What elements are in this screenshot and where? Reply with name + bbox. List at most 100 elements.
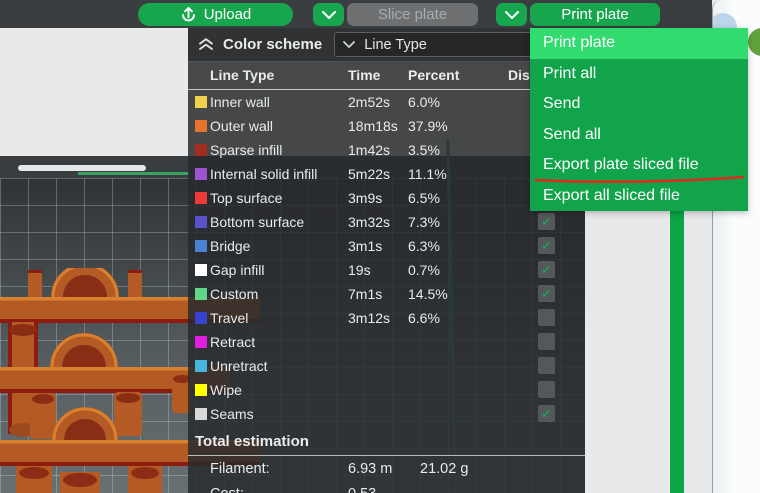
display-checkbox[interactable] bbox=[538, 333, 555, 350]
line-type-time: 3m1s bbox=[348, 238, 383, 254]
line-type-percent: 6.0% bbox=[408, 94, 440, 110]
legend-row-gap-infill: Gap infill 19s 0.7% ✓ bbox=[188, 258, 585, 282]
print-plate-label: Print plate bbox=[561, 6, 629, 23]
line-type-time: 5m22s bbox=[348, 166, 391, 182]
slice-options-chevron-button[interactable] bbox=[313, 3, 344, 26]
legend-table-header: Line Type Time Percent Display bbox=[188, 62, 585, 90]
line-type-label: Bridge bbox=[210, 238, 251, 254]
slice-plate-label: Slice plate bbox=[377, 6, 448, 23]
menu-item-label: Export all sliced file bbox=[543, 186, 680, 204]
display-checkbox[interactable] bbox=[538, 381, 555, 398]
legend-row-bridge: Bridge 3m1s 6.3% ✓ bbox=[188, 234, 585, 258]
menu-item-label: Print all bbox=[543, 64, 597, 82]
legend-row-bottom-surface: Bottom surface 3m32s 7.3% ✓ bbox=[188, 210, 585, 234]
legend-row-top-surface: Top surface 3m9s 6.5% ✓ bbox=[188, 186, 585, 210]
line-type-label: Internal solid infill bbox=[210, 166, 318, 182]
line-type-label: Bottom surface bbox=[210, 214, 305, 230]
legend-row-internal-solid-infill: Internal solid infill 5m22s 11.1% ✓ bbox=[188, 162, 585, 186]
chevron-down-icon bbox=[504, 10, 519, 19]
top-toolbar: Upload Slice plate Print plate bbox=[0, 0, 712, 28]
sidebar-green-circle-button[interactable] bbox=[748, 28, 760, 56]
line-type-color-swatch bbox=[195, 240, 207, 252]
menu-item-send-all[interactable]: Send all bbox=[530, 120, 748, 151]
line-type-label: Top surface bbox=[210, 190, 283, 206]
line-type-label: Inner wall bbox=[210, 94, 270, 110]
menu-item-label: Print plate bbox=[543, 34, 616, 52]
line-type-label: Wipe bbox=[210, 382, 242, 398]
menu-item-send[interactable]: Send bbox=[530, 89, 748, 120]
display-checkbox[interactable]: ✓ bbox=[538, 285, 555, 302]
line-type-percent: 11.1% bbox=[408, 166, 447, 182]
line-type-percent: 0.7% bbox=[408, 262, 440, 278]
display-checkbox[interactable] bbox=[538, 309, 555, 326]
menu-item-label: Send bbox=[543, 95, 581, 113]
line-type-percent: 37.9% bbox=[408, 118, 448, 134]
menu-item-export-plate-sliced-file[interactable]: Export plate sliced file bbox=[530, 150, 748, 181]
display-checkbox[interactable]: ✓ bbox=[538, 261, 555, 278]
filament-label: Filament: bbox=[210, 461, 270, 477]
preview-legend-panel: Color scheme Line Type Line Type Time Pe… bbox=[188, 28, 585, 493]
legend-table-rows: Inner wall 2m52s 6.0% ✓ Outer wall 18m18… bbox=[188, 90, 585, 426]
line-type-color-swatch bbox=[195, 336, 207, 348]
line-type-color-swatch bbox=[195, 408, 207, 420]
line-type-percent: 14.5% bbox=[408, 286, 448, 302]
line-type-label: Custom bbox=[210, 286, 259, 302]
upload-icon bbox=[181, 6, 195, 22]
total-estimation-title: Total estimation bbox=[195, 433, 309, 450]
view-mode-value: Line Type bbox=[364, 36, 427, 53]
col-percent: Percent bbox=[408, 67, 460, 83]
line-type-label: Travel bbox=[210, 310, 249, 326]
display-checkbox[interactable]: ✓ bbox=[538, 213, 555, 230]
legend-row-unretract: Unretract bbox=[188, 354, 585, 378]
line-type-color-swatch bbox=[195, 360, 207, 372]
menu-item-print-all[interactable]: Print all bbox=[530, 59, 748, 90]
line-type-time: 7m1s bbox=[348, 286, 383, 302]
filament-weight: 21.02 g bbox=[420, 461, 469, 477]
line-type-label: Gap infill bbox=[210, 262, 265, 278]
line-type-color-swatch bbox=[195, 120, 207, 132]
line-type-label: Unretract bbox=[210, 358, 268, 374]
collapse-panel-icon[interactable] bbox=[198, 38, 214, 51]
legend-row-sparse-infill: Sparse infill 1m42s 3.5% ✓ bbox=[188, 138, 585, 162]
line-type-color-swatch bbox=[195, 168, 207, 180]
line-type-color-swatch bbox=[195, 264, 207, 276]
build-plate-handle-slot bbox=[18, 165, 146, 171]
legend-row-custom: Custom 7m1s 14.5% ✓ bbox=[188, 282, 585, 306]
line-type-percent: 6.5% bbox=[408, 190, 440, 206]
menu-item-print-plate[interactable]: Print plate bbox=[530, 28, 748, 59]
print-plate-button[interactable]: Print plate bbox=[530, 3, 660, 26]
line-type-time: 3m9s bbox=[348, 190, 383, 206]
legend-panel-header: Color scheme Line Type bbox=[188, 28, 585, 62]
display-checkbox[interactable]: ✓ bbox=[538, 237, 555, 254]
legend-row-wipe: Wipe bbox=[188, 378, 585, 402]
menu-item-label: Send all bbox=[543, 125, 601, 143]
col-line-type: Line Type bbox=[210, 67, 275, 83]
slice-plate-button[interactable]: Slice plate bbox=[347, 3, 478, 26]
slicer-preview-window: Color scheme Line Type Line Type Time Pe… bbox=[0, 0, 760, 493]
line-type-time: 3m32s bbox=[348, 214, 391, 230]
display-checkbox[interactable]: ✓ bbox=[538, 405, 555, 422]
filament-row: Filament: 6.93 m 21.02 g bbox=[188, 456, 585, 481]
print-dropdown-menu: Print plate Print all Send Send all Expo… bbox=[530, 28, 748, 211]
line-type-color-swatch bbox=[195, 288, 207, 300]
cost-label: Cost: bbox=[210, 486, 244, 493]
upload-button[interactable]: Upload bbox=[138, 3, 293, 26]
panel-title: Color scheme bbox=[223, 36, 323, 53]
line-type-color-swatch bbox=[195, 216, 207, 228]
line-type-time: 1m42s bbox=[348, 142, 391, 158]
legend-row-outer-wall: Outer wall 18m18s 37.9% ✓ bbox=[188, 114, 585, 138]
line-type-time: 3m12s bbox=[348, 310, 391, 326]
line-type-color-swatch bbox=[195, 192, 207, 204]
col-time: Time bbox=[348, 67, 381, 83]
line-type-percent: 3.5% bbox=[408, 142, 440, 158]
display-checkbox[interactable] bbox=[538, 357, 555, 374]
line-type-percent: 7.3% bbox=[408, 214, 440, 230]
chevron-down-icon bbox=[343, 41, 356, 48]
line-type-label: Outer wall bbox=[210, 118, 274, 134]
menu-item-export-all-sliced-file[interactable]: Export all sliced file bbox=[530, 181, 748, 212]
print-options-chevron-button[interactable] bbox=[496, 3, 527, 26]
line-type-color-swatch bbox=[195, 312, 207, 324]
line-type-time: 19s bbox=[348, 262, 371, 278]
legend-row-retract: Retract bbox=[188, 330, 585, 354]
line-type-time: 2m52s bbox=[348, 94, 391, 110]
